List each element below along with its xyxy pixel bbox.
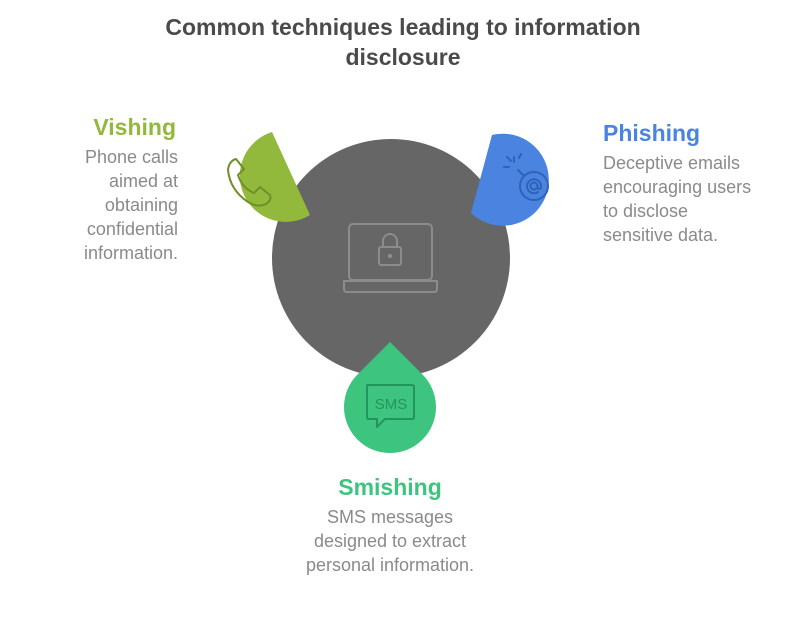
- phishing-heading: Phishing: [603, 120, 701, 146]
- vishing-heading: Vishing: [93, 114, 176, 140]
- phishing-description: Deceptive emails encouraging users to di…: [603, 151, 751, 247]
- smishing-description: SMS messages designed to extract persona…: [0, 505, 780, 577]
- vishing-drop: [239, 132, 310, 222]
- vishing-description: Phone calls aimed at obtaining confident…: [84, 145, 178, 265]
- smishing-desc-line: SMS messages: [326, 507, 454, 527]
- vishing-desc-line: obtaining: [104, 195, 178, 215]
- vishing-desc-line: aimed at: [108, 171, 178, 191]
- vishing-desc-line: confidential: [86, 219, 178, 239]
- vishing-desc-line: Phone calls: [84, 147, 178, 167]
- center-circle: [272, 139, 510, 377]
- sms-icon-text: SMS: [375, 396, 408, 413]
- smishing-heading: Smishing: [338, 474, 442, 500]
- phishing-desc-line: sensitive data.: [603, 225, 719, 245]
- smishing-desc-line: personal information.: [305, 555, 475, 575]
- smishing-desc-line: designed to extract: [313, 531, 467, 551]
- phishing-desc-line: encouraging users: [603, 177, 752, 197]
- phishing-desc-line: Deceptive emails: [603, 153, 741, 173]
- vishing-desc-line: information.: [83, 243, 178, 263]
- phishing-desc-line: to disclose: [603, 201, 689, 221]
